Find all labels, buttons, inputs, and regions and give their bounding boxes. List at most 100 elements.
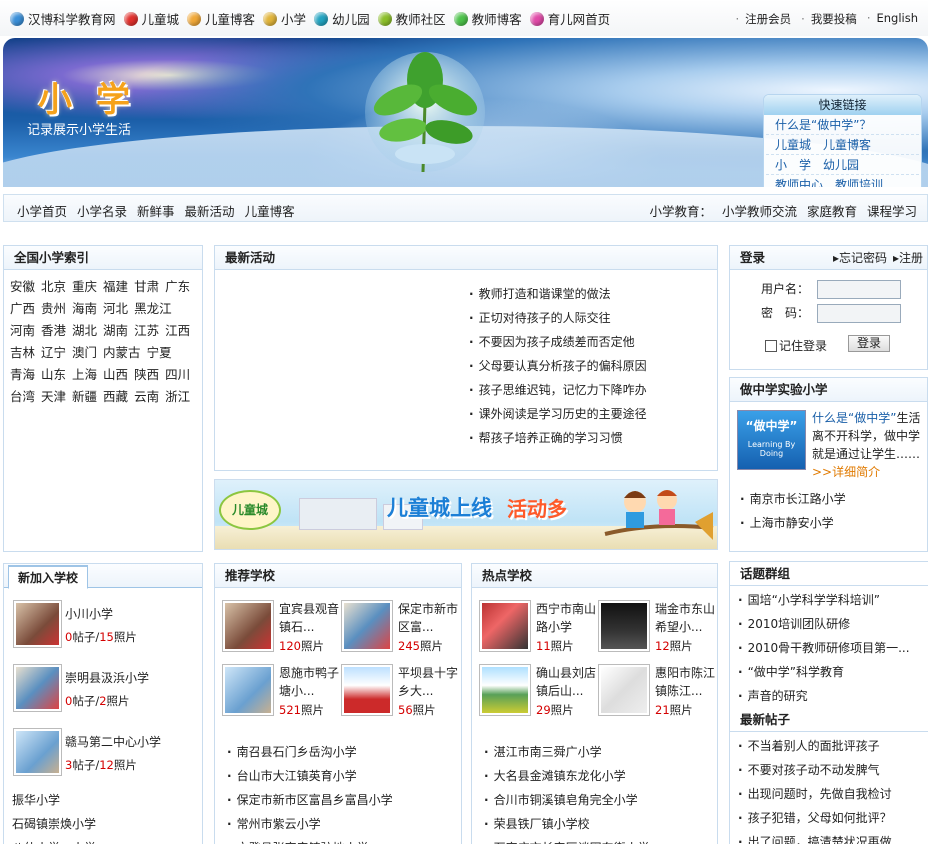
post-item[interactable]: 出现问题时，先做自我检讨 [730, 782, 928, 806]
province-link[interactable]: 云南 [134, 386, 159, 408]
province-link[interactable]: 江苏 [134, 320, 159, 342]
school-photo[interactable] [479, 600, 531, 652]
province-link[interactable]: 山东 [41, 364, 66, 386]
school-name[interactable]: 瑞金市东山希望小... [655, 600, 717, 636]
username-input[interactable] [816, 280, 901, 299]
school-photo[interactable] [222, 600, 274, 652]
top-nav-item[interactable]: 教师社区 [377, 9, 446, 28]
top-nav-item[interactable]: 儿童城 [123, 9, 179, 28]
school-list-item[interactable]: 保定市新市区富昌乡富昌小学 [219, 788, 459, 812]
province-link[interactable]: 四川 [165, 364, 190, 386]
sub-nav-item[interactable]: 小学首页 [17, 201, 67, 220]
activity-item[interactable]: 正切对待孩子的人际交往 [461, 306, 716, 330]
sub-nav-item[interactable]: 儿童博客 [245, 201, 295, 220]
province-link[interactable]: 海南 [72, 298, 97, 320]
school-list-item[interactable]: 常州市紫云小学 [219, 812, 459, 836]
quick-link-kids-city[interactable]: 儿童城 [775, 135, 811, 154]
school-list-item[interactable]: 合川市铜溪镇皂角完全小学 [476, 788, 716, 812]
province-link[interactable]: 湖南 [103, 320, 128, 342]
school-photo[interactable] [479, 664, 531, 716]
school-name[interactable]: 西宁市南山路小学 [536, 600, 598, 636]
school-photo[interactable] [341, 664, 393, 716]
zzx-school-item[interactable]: 上海市静安小学 [732, 511, 927, 535]
zzx-more-link[interactable]: >>详细简介 [812, 465, 880, 479]
sub-nav-item[interactable]: 最新活动 [185, 201, 235, 220]
province-link[interactable]: 河南 [10, 320, 35, 342]
top-nav-item[interactable]: 育儿网首页 [529, 9, 610, 28]
school-photo[interactable] [13, 664, 62, 712]
school-name[interactable]: 确山县刘店镇后山... [536, 664, 598, 700]
school-list-item[interactable]: 荣县铁厂镇小学校 [476, 812, 716, 836]
new-school-item[interactable]: 石碣镇崇焕小学 [12, 812, 96, 836]
school-photo[interactable] [341, 600, 393, 652]
province-link[interactable]: 湖北 [72, 320, 97, 342]
province-link[interactable]: 江西 [165, 320, 190, 342]
school-name[interactable]: 崇明县汲浜小学 [65, 669, 149, 686]
province-link[interactable]: 吉林 [10, 342, 35, 364]
quick-link-teacher-training[interactable]: 教师培训 [835, 175, 883, 187]
zzx-what-link[interactable]: 什么是“做中学” [812, 411, 896, 425]
province-link[interactable]: 青海 [10, 364, 35, 386]
post-item[interactable]: 不要对孩子动不动发脾气 [730, 758, 928, 782]
school-photo[interactable] [598, 664, 650, 716]
quick-link-kindergarten[interactable]: 幼儿园 [823, 155, 859, 174]
zzx-school-item[interactable]: 南京市长江路小学 [732, 487, 927, 511]
top-nav-item[interactable]: 汉博科学教育网 [10, 9, 116, 28]
school-name[interactable]: 小川小学 [65, 605, 113, 622]
school-name[interactable]: 宜宾县观音镇石... [279, 600, 341, 636]
province-link[interactable]: 北京 [41, 276, 66, 298]
province-link[interactable]: 西藏 [103, 386, 128, 408]
forgot-password-link[interactable]: ▸忘记密码 [833, 246, 887, 270]
school-photo[interactable] [13, 600, 62, 648]
province-link[interactable]: 贵州 [41, 298, 66, 320]
province-link[interactable]: 黑龙江 [134, 298, 172, 320]
school-list-item[interactable]: 石家庄市长安区谈固东街小学 [476, 836, 716, 844]
register-link[interactable]: ▸注册 [893, 246, 923, 270]
province-link[interactable]: 浙江 [165, 386, 190, 408]
submit-article-link[interactable]: 我要投稿 [801, 11, 857, 27]
english-link[interactable]: English [867, 11, 918, 27]
new-school-item[interactable]: 八仙小学一小学 [12, 836, 96, 844]
new-schools-tab[interactable]: 新加入学校 [8, 565, 89, 589]
province-link[interactable]: 广东 [165, 276, 190, 298]
group-item[interactable]: 2010骨干教师研修项目第一... [730, 636, 928, 660]
province-link[interactable]: 安徽 [10, 276, 35, 298]
school-list-item[interactable]: 湛江市南三舜广小学 [476, 740, 716, 764]
school-name[interactable]: 保定市新市区富... [398, 600, 460, 636]
activity-item[interactable]: 不要因为孩子成绩差而否定他 [461, 330, 716, 354]
register-member-link[interactable]: 注册会员 [736, 11, 791, 27]
province-link[interactable]: 重庆 [72, 276, 97, 298]
activity-item[interactable]: 教师打造和谐课堂的做法 [461, 282, 716, 306]
new-school-item[interactable]: 振华小学 [12, 788, 96, 812]
school-list-item[interactable]: 南召县石门乡岳沟小学 [219, 740, 459, 764]
sub-nav-edu-item[interactable]: 课程学习 [867, 201, 917, 220]
remember-checkbox[interactable] [765, 339, 777, 352]
password-input[interactable] [816, 304, 901, 323]
quick-link-kids-blog[interactable]: 儿童博客 [823, 135, 871, 154]
school-list-item[interactable]: 大名县金滩镇东龙化小学 [476, 764, 716, 788]
school-name[interactable]: 平坝县十字乡大... [398, 664, 460, 700]
sub-nav-item[interactable]: 小学名录 [77, 201, 127, 220]
province-link[interactable]: 辽宁 [41, 342, 66, 364]
province-link[interactable]: 澳门 [72, 342, 97, 364]
sub-nav-item[interactable]: 新鲜事 [137, 201, 175, 220]
activity-item[interactable]: 父母要认真分析孩子的偏科原因 [461, 354, 716, 378]
group-item[interactable]: 国培“小学科学学科培训” [730, 588, 928, 612]
school-name[interactable]: 恩施市鸭子塘小... [279, 664, 341, 700]
group-item[interactable]: 声音的研究 [730, 684, 928, 708]
post-item[interactable]: 出了问题，搞清楚状况再做 [730, 830, 928, 844]
quick-link-teacher-center[interactable]: 教师中心 [775, 175, 823, 187]
province-link[interactable]: 宁夏 [147, 342, 172, 364]
group-item[interactable]: 2010培训团队研修 [730, 612, 928, 636]
sub-nav-edu-item[interactable]: 小学教师交流 [722, 201, 797, 220]
sub-nav-edu-item[interactable]: 家庭教育 [807, 201, 857, 220]
province-link[interactable]: 福建 [103, 276, 128, 298]
province-link[interactable]: 河北 [103, 298, 128, 320]
province-link[interactable]: 广西 [10, 298, 35, 320]
province-link[interactable]: 陕西 [134, 364, 159, 386]
kids-city-ad[interactable]: 儿童城 儿童城上线 活动多 [214, 479, 718, 550]
province-link[interactable]: 台湾 [10, 386, 35, 408]
school-list-item[interactable]: 台山市大江镇英育小学 [219, 764, 459, 788]
activity-item[interactable]: 帮孩子培养正确的学习习惯 [461, 426, 716, 450]
group-item[interactable]: “做中学”科学教育 [730, 660, 928, 684]
